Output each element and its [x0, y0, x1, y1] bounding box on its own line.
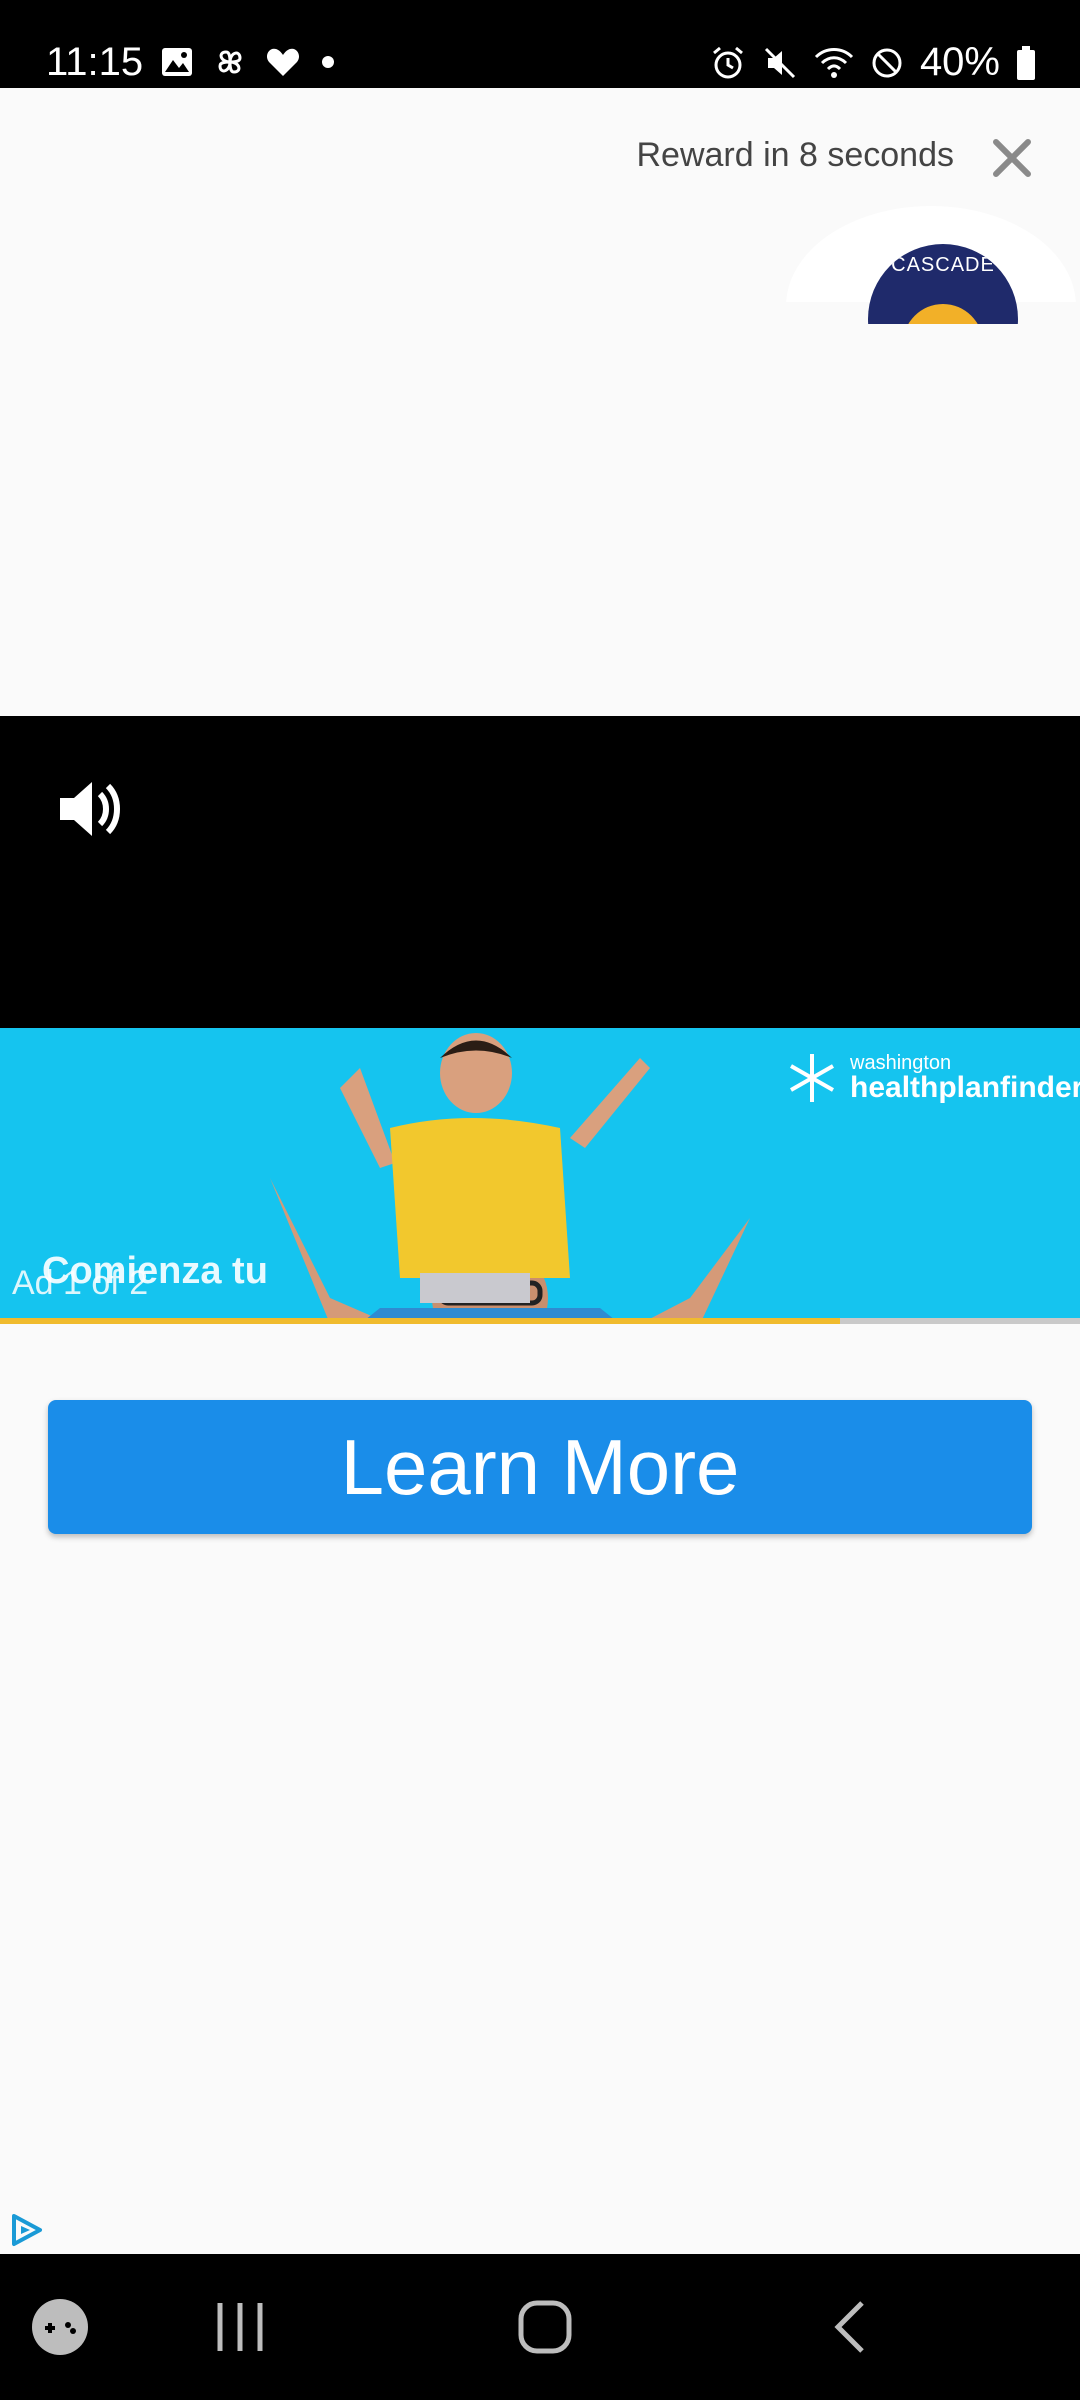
alarm-icon — [712, 46, 743, 78]
seal-text: CASCADE — [891, 254, 995, 276]
recents-icon — [217, 2303, 263, 2351]
pinwheel-icon — [218, 50, 242, 74]
reward-countdown: Reward in 8 seconds — [636, 136, 954, 174]
battery-percent: 40% — [919, 40, 1000, 84]
navigation-bar — [0, 2254, 1080, 2400]
battery-icon — [1017, 45, 1035, 80]
ad-counter: Ad 1 of 2 — [12, 1264, 149, 1302]
home-icon — [518, 2300, 572, 2354]
home-button[interactable] — [500, 2254, 590, 2400]
back-button[interactable] — [810, 2254, 890, 2400]
status-left-icons — [160, 44, 338, 80]
cascade-seal: CASCADE — [868, 244, 1018, 324]
logo-text-big: healthplanfinder — [850, 1071, 1080, 1104]
gallery-icon — [162, 48, 192, 76]
speaker-icon[interactable] — [56, 776, 126, 842]
ad-banner-image[interactable]: washington healthplanfinder Comienza tu … — [0, 1028, 1080, 1324]
heart-icon — [266, 48, 300, 76]
wifi-icon — [814, 47, 853, 78]
healthplanfinder-logo: washington healthplanfinder — [786, 1050, 1080, 1106]
dnd-icon — [872, 48, 902, 77]
learn-more-button[interactable]: Learn More — [48, 1400, 1032, 1534]
game-launcher-icon — [32, 2299, 88, 2355]
game-launcher-button[interactable] — [20, 2254, 100, 2400]
snowflake-logo-icon — [790, 1054, 834, 1102]
adchoices-icon[interactable] — [8, 2212, 44, 2248]
seal-sun-icon — [903, 304, 983, 324]
logo-text-small: washington — [850, 1052, 952, 1074]
close-icon[interactable] — [990, 136, 1034, 180]
recents-button[interactable] — [200, 2254, 280, 2400]
back-icon — [834, 2301, 864, 2353]
status-time: 11:15 — [46, 40, 144, 84]
banner-accent-line — [0, 1318, 1080, 1324]
status-right-icons: 40% — [710, 40, 1036, 85]
status-bar: 11:15 40% — [0, 0, 1080, 88]
video-player[interactable] — [0, 716, 1080, 1028]
dot-icon — [322, 56, 334, 68]
mute-icon — [764, 47, 795, 78]
